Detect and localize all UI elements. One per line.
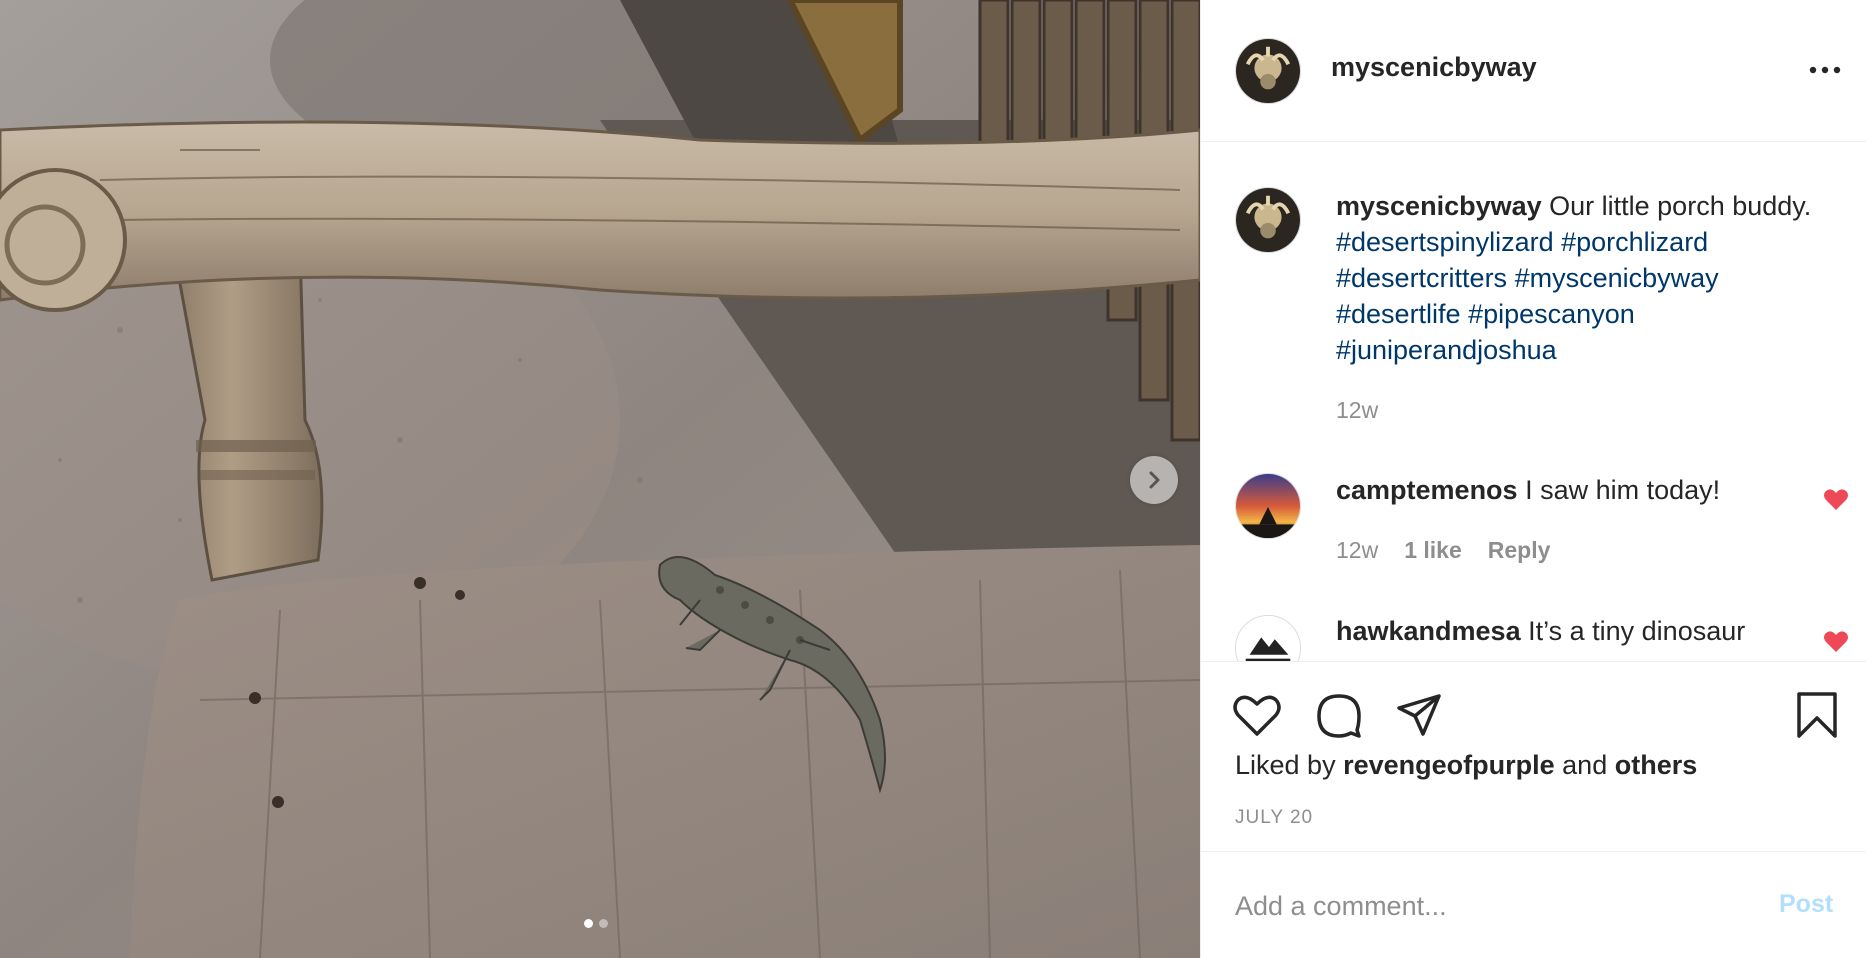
reply-button[interactable]: Reply <box>1488 537 1551 564</box>
hashtag[interactable]: #desertlife <box>1336 299 1461 329</box>
hashtag[interactable]: #desertspinylizard <box>1336 227 1554 257</box>
heart-icon[interactable] <box>1231 690 1283 740</box>
owner-avatar[interactable] <box>1235 38 1301 104</box>
post-header: myscenicbyway <box>1201 0 1866 142</box>
caption-text: myscenicbyway Our little porch buddy. #d… <box>1336 188 1846 368</box>
hashtag[interactable]: #myscenicbyway <box>1515 263 1719 293</box>
liked-by-prefix: Liked by <box>1235 750 1336 780</box>
hashtag[interactable]: #porchlizard <box>1561 227 1708 257</box>
chevron-right-icon <box>1149 471 1160 489</box>
hashtag[interactable]: #pipescanyon <box>1468 299 1635 329</box>
share-icon[interactable] <box>1393 690 1445 740</box>
more-options-button[interactable] <box>1805 58 1845 82</box>
liked-by-conj: and <box>1562 750 1608 780</box>
liked-by-others[interactable]: others <box>1615 750 1698 780</box>
comment-time[interactable]: 12w <box>1336 537 1378 564</box>
carousel-dot <box>599 919 608 928</box>
comment-username[interactable]: hawkandmesa <box>1336 616 1521 646</box>
post-photo[interactable] <box>0 0 1200 958</box>
caption-time[interactable]: 12w <box>1336 397 1378 424</box>
comment-text: camptemenos I saw him today! <box>1336 472 1846 508</box>
bookmark-icon[interactable] <box>1793 690 1841 740</box>
post-comment-button[interactable]: Post <box>1779 890 1833 919</box>
comment-input[interactable] <box>1235 886 1755 926</box>
comment-like-icon[interactable] <box>1823 630 1849 654</box>
comment-text: hawkandmesa It’s a tiny dinosaur <box>1336 613 1846 649</box>
liked-by: Liked by revengeofpurple and others <box>1235 750 1697 781</box>
lizard-on-bench-image <box>0 0 1200 958</box>
comment-likes-count[interactable]: 1 like <box>1404 537 1462 564</box>
post-actions: Liked by revengeofpurple and others JULY… <box>1201 661 1866 851</box>
add-comment-bar: Post <box>1201 851 1866 958</box>
comment-body: It’s a tiny dinosaur <box>1528 616 1746 646</box>
commenter-avatar[interactable] <box>1235 473 1301 539</box>
next-image-button[interactable] <box>1130 456 1178 504</box>
comment-body: I saw him today! <box>1525 475 1721 505</box>
comment-username[interactable]: camptemenos <box>1336 475 1518 505</box>
more-icon <box>1809 66 1841 74</box>
carousel-indicator <box>584 919 608 928</box>
caption-body: Our little porch buddy. <box>1549 191 1812 221</box>
commenter-avatar[interactable] <box>1235 615 1301 661</box>
post-side-panel: myscenicbyway myscenicbyway Our little p… <box>1200 0 1866 958</box>
comment-like-icon[interactable] <box>1823 488 1849 512</box>
comment-meta: 12w 1 like Reply <box>1336 537 1550 564</box>
carousel-dot-active <box>584 919 593 928</box>
caption-avatar[interactable] <box>1235 187 1301 253</box>
caption-meta: 12w <box>1336 397 1378 424</box>
comment-icon[interactable] <box>1313 690 1365 740</box>
caption-username[interactable]: myscenicbyway <box>1336 191 1542 221</box>
comments-list[interactable]: myscenicbyway Our little porch buddy. #d… <box>1201 143 1866 661</box>
hashtag[interactable]: #desertcritters <box>1336 263 1507 293</box>
hashtag[interactable]: #juniperandjoshua <box>1336 335 1557 365</box>
post-date[interactable]: JULY 20 <box>1235 807 1313 829</box>
owner-username[interactable]: myscenicbyway <box>1331 52 1537 83</box>
liked-by-user[interactable]: revengeofpurple <box>1343 750 1555 780</box>
